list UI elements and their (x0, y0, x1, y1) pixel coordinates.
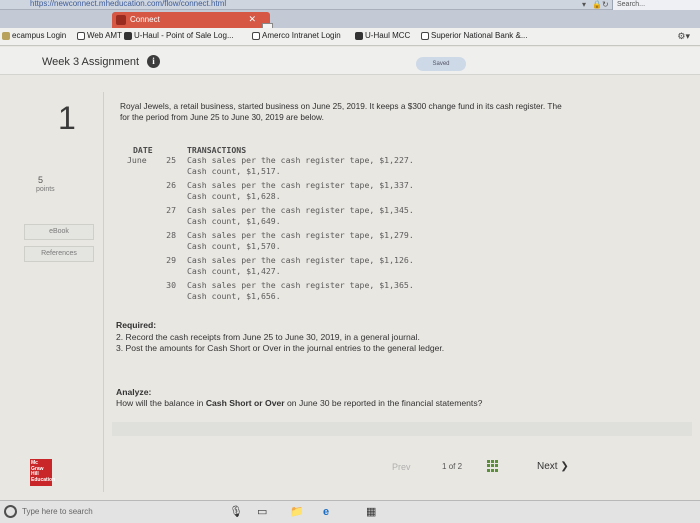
lock-icon: 🔒 (592, 0, 602, 9)
analyze-question: How will the balance in Cash Short or Ov… (116, 398, 482, 409)
favorite-amerco-intranet[interactable]: Amerco Intranet Login (252, 31, 341, 40)
analyze-label: Analyze: (116, 387, 152, 397)
analyze-text-post: on June 30 be reported in the financial … (284, 398, 483, 408)
points-value: 5 (38, 175, 44, 185)
favorite-uhaul-mcc[interactable]: U-Haul MCC (355, 31, 410, 40)
favorite-label: Amerco Intranet Login (262, 31, 341, 40)
transaction-sales: Cash sales per the cash register tape, $… (187, 180, 414, 190)
refresh-icon[interactable]: ↻ (602, 0, 609, 10)
transaction-sales: Cash sales per the cash register tape, $… (187, 255, 414, 265)
sidebar-divider (103, 92, 104, 492)
column-header-date: DATE (133, 145, 153, 155)
mcgraw-hill-logo: Mc Graw Hill Education (30, 459, 55, 486)
required-item-2: 2. Record the cash receipts from June 25… (116, 331, 420, 342)
calculator-icon[interactable]: ▦ (366, 506, 376, 519)
dropdown-icon[interactable]: ▾ (582, 0, 586, 10)
answer-area-strip (112, 422, 692, 436)
transaction-count: Cash count, $1,570. (187, 241, 281, 251)
url-text[interactable]: https://newconnect.mheducation.com/flow/… (30, 0, 226, 8)
question-grid-icon[interactable] (487, 460, 499, 472)
transaction-day: 28 (166, 230, 176, 240)
transaction-day: 29 (166, 255, 176, 265)
transaction-day: 26 (166, 180, 176, 190)
page-icon (252, 31, 260, 40)
transaction-sales: Cash sales per the cash register tape, $… (187, 205, 414, 215)
points-label: points (36, 186, 55, 193)
address-bar[interactable]: https://newconnect.mheducation.com/flow/… (0, 0, 700, 10)
favorite-ecampus-login[interactable]: ecampus Login (2, 31, 66, 40)
favorite-superior-national-bank[interactable]: Superior National Bank &... (421, 31, 528, 40)
tab-label: Connect (130, 15, 160, 24)
internet-explorer-icon[interactable]: e (323, 506, 329, 519)
file-explorer-icon[interactable]: 📁 (290, 506, 304, 519)
tab-connect[interactable]: Connect ✕ (112, 12, 270, 28)
browser-search-placeholder: Search... (617, 1, 646, 8)
transaction-sales: Cash sales per the cash register tape, $… (187, 155, 414, 165)
ebook-button[interactable]: eBook (24, 224, 94, 240)
transaction-sales: Cash sales per the cash register tape, $… (187, 280, 414, 290)
microphone-icon[interactable]: 🎙 (229, 506, 243, 519)
favorite-label: Superior National Bank &... (431, 31, 528, 40)
column-header-transactions: TRANSACTIONS (187, 145, 247, 155)
uhaul-icon (355, 31, 363, 40)
page-current: 1 (442, 462, 447, 471)
prev-button[interactable]: Prev (392, 462, 411, 472)
question-intro: Royal Jewels, a retail business, started… (120, 101, 700, 123)
uhaul-icon (124, 31, 132, 40)
required-item-3: 3. Post the amounts for Cash Short or Ov… (116, 343, 445, 354)
chevron-right-icon: ❯ (560, 461, 569, 472)
question-number: 1 (58, 100, 76, 136)
page-icon (77, 31, 85, 40)
analyze-section: Analyze: How will the balance in Cash Sh… (116, 387, 482, 409)
favorite-label: U-Haul MCC (365, 31, 411, 40)
required-label: Required: (116, 320, 157, 330)
transaction-count: Cash count, $1,628. (187, 191, 281, 201)
transaction-day: 25 (166, 155, 176, 165)
references-button[interactable]: References (24, 246, 94, 262)
cortana-icon[interactable] (4, 505, 17, 518)
connect-favicon-icon (116, 15, 126, 25)
tools-gear-icon[interactable]: ⚙▾ (677, 31, 690, 42)
tab-strip: Connect ✕ (0, 10, 700, 34)
analyze-text-bold: Cash Short or Over (205, 398, 285, 408)
browser-search-box[interactable]: Search... (612, 0, 700, 10)
transaction-count: Cash count, $1,656. (187, 291, 281, 301)
transaction-day: 30 (166, 280, 176, 290)
transaction-count: Cash count, $1,517. (187, 166, 281, 176)
page-icon (421, 31, 429, 40)
page-total: 2 (457, 462, 463, 471)
taskbar-search-input[interactable]: Type here to search (22, 507, 93, 516)
windows-taskbar: Type here to search 🎙 ▭ 📁 e ▦ (0, 500, 700, 523)
favorite-label: U-Haul - Point of Sale Log... (134, 31, 234, 40)
task-view-icon[interactable]: ▭ (257, 506, 267, 519)
page-title: Week 3 Assignment (42, 56, 140, 68)
info-icon[interactable]: i (147, 55, 160, 68)
saved-status-badge: Saved (416, 57, 466, 71)
assignment-header: Week 3 Assignment i Saved (0, 47, 700, 75)
transaction-count: Cash count, $1,427. (187, 266, 281, 276)
next-button[interactable]: Next ❯ (537, 461, 569, 472)
favorite-icon (2, 31, 10, 40)
page-indicator: 1 of 2 (442, 462, 462, 471)
analyze-text-pre: How will the balance in (116, 398, 206, 408)
close-icon[interactable]: ✕ (248, 14, 256, 25)
intro-line-1: Royal Jewels, a retail business, started… (120, 101, 562, 111)
page-of: of (448, 462, 456, 471)
favorite-label: ecampus Login (12, 31, 67, 40)
transaction-count: Cash count, $1,649. (187, 216, 281, 226)
required-section: Required: 2. Record the cash receipts fr… (116, 320, 444, 355)
transaction-sales: Cash sales per the cash register tape, $… (187, 230, 414, 240)
next-label: Next (537, 461, 558, 472)
favorites-bar: ecampus Login Web AMT U-Haul - Point of … (0, 28, 700, 46)
favorite-web-amt[interactable]: Web AMT (77, 31, 122, 40)
transaction-day: 27 (166, 205, 176, 215)
intro-line-2: for the period from June 25 to June 30, … (120, 112, 324, 122)
favorite-uhaul-pos[interactable]: U-Haul - Point of Sale Log... (124, 31, 234, 40)
favorite-label: Web AMT (87, 31, 122, 40)
